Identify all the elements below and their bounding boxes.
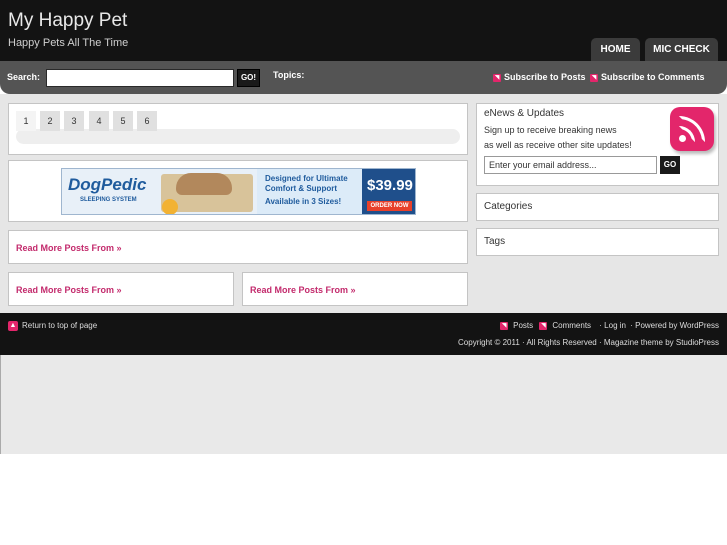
- site-title[interactable]: My Happy Pet: [8, 10, 127, 32]
- tags-title: Tags: [484, 236, 506, 247]
- page-tab-5[interactable]: 5: [113, 111, 133, 131]
- enews-description: Sign up to receive breaking news as well…: [484, 123, 644, 153]
- page-bottom-area: [0, 355, 727, 454]
- categories-title: Categories: [484, 201, 533, 212]
- ad-brand: DogPedic: [68, 175, 147, 194]
- rss-icon: ◥: [493, 73, 501, 82]
- enews-desc-line-1: Sign up to receive breaking news: [484, 125, 617, 135]
- page-tab-1[interactable]: 1: [16, 111, 36, 131]
- footer-comments-link[interactable]: Comments: [552, 321, 591, 330]
- categories-widget: Categories: [476, 193, 719, 221]
- site-header: My Happy Pet Happy Pets All The Time HOM…: [0, 0, 727, 61]
- right-posts-widget: Read More Posts From »: [242, 272, 468, 306]
- ad-line-3: Available in 3 Sizes!: [265, 197, 342, 206]
- ad-order-button[interactable]: ORDER NOW: [367, 201, 412, 211]
- content-area: 1 2 3 4 5 6 DogPedic SLEEPING SYSTEM Des…: [0, 94, 727, 313]
- copyright-text: Copyright © 2011 · All Rights Reserved ·…: [458, 338, 719, 347]
- rss-icon: ◥: [500, 321, 509, 330]
- search-go-button[interactable]: GO!: [237, 69, 260, 87]
- ad-badge: [162, 199, 178, 214]
- enews-desc-line-2: as well as receive other site updates!: [484, 140, 632, 150]
- footer-posts-link[interactable]: Posts: [513, 321, 533, 330]
- return-to-top-link[interactable]: ▲ Return to top of page: [8, 321, 97, 331]
- ad-line-2: Comfort & Support: [265, 184, 337, 193]
- footer-links: ◥ Posts ◥ Comments · Log in · Powered by W…: [498, 321, 719, 330]
- subscribe-posts-link[interactable]: ◥ Subscribe to Posts: [493, 72, 586, 82]
- subscribe-comments-label: Subscribe to Comments: [601, 72, 705, 82]
- tags-widget: Tags: [476, 228, 719, 256]
- search-label: Search:: [7, 72, 41, 82]
- pager-widget: 1 2 3 4 5 6: [8, 103, 468, 155]
- email-go-button[interactable]: GO: [660, 156, 680, 174]
- nav-tab-mic-check[interactable]: MIC CHECK: [645, 38, 718, 61]
- rss-icon: ◥: [590, 73, 598, 82]
- topics-label: Topics:: [273, 70, 305, 80]
- page-tab-6[interactable]: 6: [137, 111, 157, 131]
- page-tab-3[interactable]: 3: [64, 111, 84, 131]
- nav-tab-home[interactable]: HOME: [591, 38, 640, 61]
- site-footer: ▲ Return to top of page ◥ Posts ◥ Comments …: [0, 313, 727, 355]
- subscribe-comments-link[interactable]: ◥ Subscribe to Comments: [590, 72, 705, 82]
- enews-title: eNews & Updates: [484, 108, 565, 119]
- dog-image: [176, 173, 232, 195]
- page-tab-4[interactable]: 4: [89, 111, 109, 131]
- read-more-link[interactable]: Read More Posts From »: [16, 285, 122, 295]
- arrow-up-icon: ▲: [8, 321, 18, 331]
- search-input[interactable]: [46, 69, 234, 87]
- rss-icon: ◥: [539, 321, 548, 330]
- read-more-link[interactable]: Read More Posts From »: [16, 243, 122, 253]
- ad-widget: DogPedic SLEEPING SYSTEM Designed for Ul…: [8, 160, 468, 222]
- subscribe-posts-label: Subscribe to Posts: [504, 72, 586, 82]
- ad-line-1: Designed for Ultimate: [265, 174, 348, 183]
- ad-price: $39.99: [367, 177, 413, 194]
- page-tab-2[interactable]: 2: [40, 111, 60, 131]
- site-description: Happy Pets All The Time: [8, 37, 129, 49]
- email-field[interactable]: [484, 156, 657, 174]
- enews-widget: eNews & Updates Sign up to receive break…: [476, 103, 719, 186]
- featured-posts-widget: Read More Posts From »: [8, 230, 468, 264]
- search-bar: Search: GO! Topics: ◥ Subscribe to Posts …: [0, 61, 727, 94]
- ad-copy: Designed for Ultimate Comfort & Support …: [257, 169, 362, 214]
- ad-banner[interactable]: DogPedic SLEEPING SYSTEM Designed for Ul…: [61, 168, 416, 215]
- ad-price-panel: $39.99 ORDER NOW: [362, 169, 415, 214]
- return-to-top-label: Return to top of page: [22, 321, 98, 331]
- footer-login-link[interactable]: · Log in: [599, 321, 626, 330]
- rss-feed-icon[interactable]: [670, 107, 714, 151]
- pager-track: [16, 129, 460, 144]
- footer-powered-by[interactable]: · Powered by WordPress: [630, 321, 719, 330]
- ad-subtitle: SLEEPING SYSTEM: [80, 197, 137, 203]
- left-posts-widget: Read More Posts From »: [8, 272, 234, 306]
- rss-wave-outer: [679, 116, 705, 142]
- read-more-link[interactable]: Read More Posts From »: [250, 285, 356, 295]
